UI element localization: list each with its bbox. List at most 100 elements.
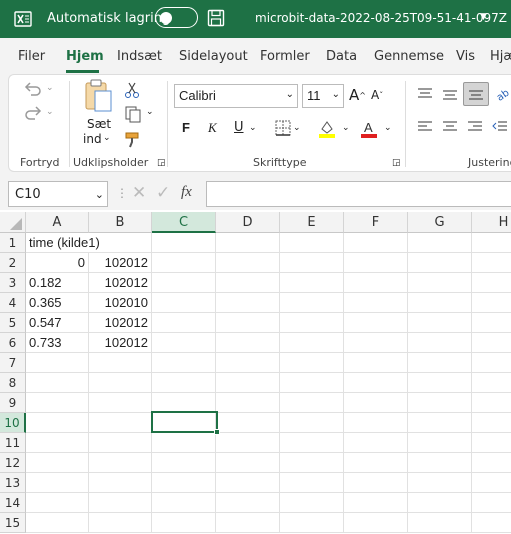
- cell-f15[interactable]: [344, 513, 408, 533]
- chevron-down-icon[interactable]: ▼: [480, 12, 487, 22]
- cell-d15[interactable]: [216, 513, 280, 533]
- row-header-12[interactable]: 12: [0, 453, 26, 473]
- cell-d2[interactable]: [216, 253, 280, 273]
- cell-d9[interactable]: [216, 393, 280, 413]
- cell-e1[interactable]: [280, 233, 344, 253]
- name-box[interactable]: C10 ⌄: [8, 181, 108, 207]
- format-painter-icon[interactable]: [124, 131, 142, 149]
- cell-h5[interactable]: [472, 313, 511, 333]
- cell-f12[interactable]: [344, 453, 408, 473]
- row-header-13[interactable]: 13: [0, 473, 26, 493]
- cell-f6[interactable]: [344, 333, 408, 353]
- select-all-corner[interactable]: [0, 212, 26, 233]
- font-size-select[interactable]: 11 ⌄: [302, 84, 344, 108]
- cell-e11[interactable]: [280, 433, 344, 453]
- cell-g5[interactable]: [408, 313, 472, 333]
- row-header-15[interactable]: 15: [0, 513, 26, 533]
- cell-a10[interactable]: [26, 413, 89, 433]
- cell-g11[interactable]: [408, 433, 472, 453]
- tab-vis[interactable]: Vis: [456, 49, 475, 64]
- cell-h14[interactable]: [472, 493, 511, 513]
- row-header-1[interactable]: 1: [0, 233, 26, 253]
- cell-b10[interactable]: [89, 413, 152, 433]
- cell-f13[interactable]: [344, 473, 408, 493]
- cell-f11[interactable]: [344, 433, 408, 453]
- cell-f14[interactable]: [344, 493, 408, 513]
- cell-b12[interactable]: [89, 453, 152, 473]
- cell-a1[interactable]: time (kilde1): [26, 233, 100, 253]
- cell-f9[interactable]: [344, 393, 408, 413]
- cell-e13[interactable]: [280, 473, 344, 493]
- cell-c14[interactable]: [152, 493, 216, 513]
- cell-e4[interactable]: [280, 293, 344, 313]
- align-top-icon[interactable]: [417, 87, 433, 101]
- column-header-f[interactable]: F: [344, 212, 408, 233]
- cell-b6[interactable]: 102012: [89, 333, 152, 353]
- cell-a2[interactable]: 0: [26, 253, 89, 273]
- column-header-e[interactable]: E: [280, 212, 344, 233]
- font-color-icon[interactable]: A: [360, 119, 378, 139]
- cell-d13[interactable]: [216, 473, 280, 493]
- cell-d7[interactable]: [216, 353, 280, 373]
- tab-hjem[interactable]: Hjem: [66, 49, 104, 64]
- cell-e12[interactable]: [280, 453, 344, 473]
- align-bottom-button[interactable]: [463, 82, 489, 106]
- paste-icon[interactable]: [83, 79, 113, 113]
- tab-formler[interactable]: Formler: [260, 49, 310, 64]
- active-cell-selection[interactable]: [151, 411, 220, 435]
- cell-f4[interactable]: [344, 293, 408, 313]
- spreadsheet-grid[interactable]: A B C D E F G H 1 2 3 4 5 6 7 8 9 10 11 …: [0, 212, 511, 534]
- cell-e15[interactable]: [280, 513, 344, 533]
- cell-c9[interactable]: [152, 393, 216, 413]
- column-header-d[interactable]: D: [216, 212, 280, 233]
- row-header-3[interactable]: 3: [0, 273, 26, 293]
- cell-h3[interactable]: [472, 273, 511, 293]
- font-name-select[interactable]: Calibri ⌄: [174, 84, 298, 108]
- align-right-icon[interactable]: [467, 120, 483, 134]
- cell-e7[interactable]: [280, 353, 344, 373]
- cell-h2[interactable]: [472, 253, 511, 273]
- dialog-launcher-icon[interactable]: ◲: [157, 158, 166, 168]
- cell-e14[interactable]: [280, 493, 344, 513]
- cell-a14[interactable]: [26, 493, 89, 513]
- cell-b8[interactable]: [89, 373, 152, 393]
- row-header-14[interactable]: 14: [0, 493, 26, 513]
- chevron-down-icon[interactable]: ⌄: [342, 123, 350, 133]
- cell-h9[interactable]: [472, 393, 511, 413]
- cell-f10[interactable]: [344, 413, 408, 433]
- cell-d14[interactable]: [216, 493, 280, 513]
- cut-icon[interactable]: [124, 81, 140, 99]
- cell-g1[interactable]: [408, 233, 472, 253]
- cell-d12[interactable]: [216, 453, 280, 473]
- cell-g2[interactable]: [408, 253, 472, 273]
- cell-b11[interactable]: [89, 433, 152, 453]
- row-header-7[interactable]: 7: [0, 353, 26, 373]
- decrease-font-size-icon[interactable]: Aˇ: [371, 88, 383, 102]
- cell-c1[interactable]: [152, 233, 216, 253]
- cell-e2[interactable]: [280, 253, 344, 273]
- tab-sidelayout[interactable]: Sidelayout: [179, 49, 248, 64]
- save-icon[interactable]: [207, 9, 225, 27]
- copy-icon[interactable]: [124, 105, 142, 123]
- borders-icon[interactable]: [275, 120, 291, 136]
- chevron-down-icon[interactable]: ⌄: [103, 133, 111, 143]
- cell-e6[interactable]: [280, 333, 344, 353]
- row-header-9[interactable]: 9: [0, 393, 26, 413]
- cell-a3[interactable]: 0.182: [26, 273, 89, 293]
- cell-c7[interactable]: [152, 353, 216, 373]
- cell-h7[interactable]: [472, 353, 511, 373]
- redo-dropdown-icon[interactable]: ⌄: [46, 107, 54, 117]
- cell-c3[interactable]: [152, 273, 216, 293]
- chevron-down-icon[interactable]: ⌄: [384, 123, 392, 133]
- cell-g14[interactable]: [408, 493, 472, 513]
- cell-h6[interactable]: [472, 333, 511, 353]
- cell-e10[interactable]: [280, 413, 344, 433]
- cell-g13[interactable]: [408, 473, 472, 493]
- cell-f2[interactable]: [344, 253, 408, 273]
- dialog-launcher-icon[interactable]: ◲: [392, 158, 401, 168]
- file-name[interactable]: microbit-data-2022-08-25T09-51-41-097Z: [255, 11, 507, 25]
- row-header-4[interactable]: 4: [0, 293, 26, 313]
- chevron-down-icon[interactable]: ⌄: [293, 123, 301, 133]
- column-header-c[interactable]: C: [152, 212, 216, 233]
- column-header-g[interactable]: G: [408, 212, 472, 233]
